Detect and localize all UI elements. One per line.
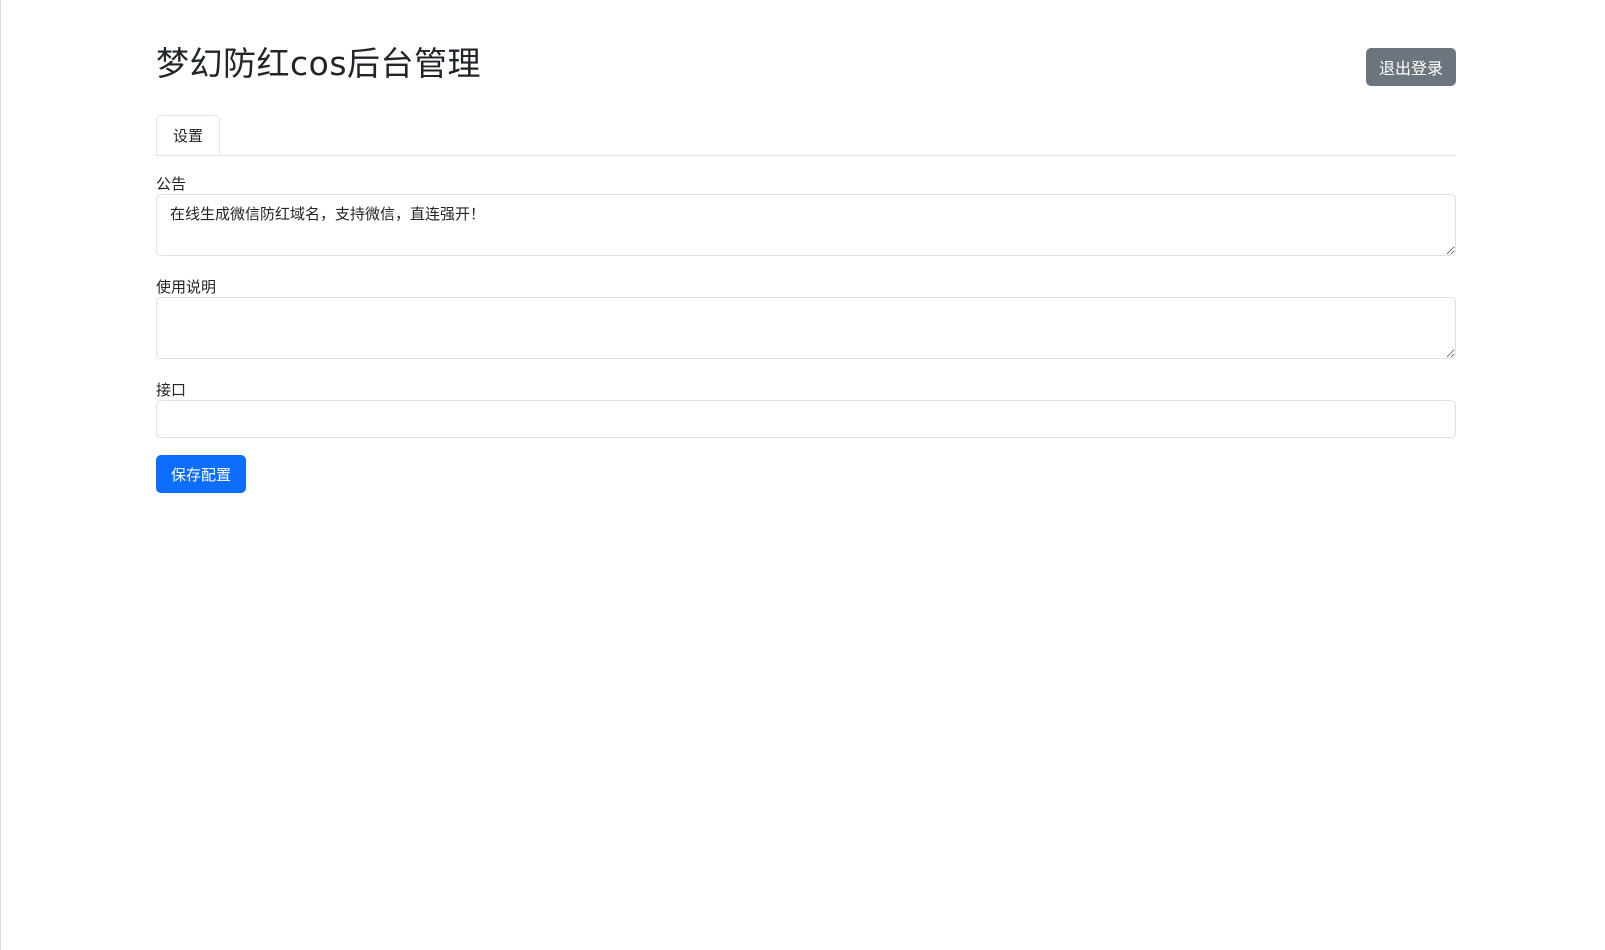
page-header: 梦幻防红cos后台管理 退出登录 xyxy=(156,0,1456,115)
main-container: 梦幻防红cos后台管理 退出登录 设置 公告 在线生成微信防红域名，支持微信，直… xyxy=(156,0,1456,493)
tab-settings[interactable]: 设置 xyxy=(156,115,221,155)
notice-textarea[interactable]: 在线生成微信防红域名，支持微信，直连强开！ xyxy=(156,194,1456,256)
page-title: 梦幻防红cos后台管理 xyxy=(156,44,482,83)
instructions-label: 使用说明 xyxy=(156,278,217,296)
notice-group: 公告 在线生成微信防红域名，支持微信，直连强开！ xyxy=(156,174,1456,256)
api-group: 接口 xyxy=(156,380,1456,438)
instructions-textarea[interactable] xyxy=(156,297,1456,359)
api-input[interactable] xyxy=(156,400,1456,438)
api-label: 接口 xyxy=(156,381,187,399)
notice-label: 公告 xyxy=(156,175,187,193)
admin-page: 梦幻防红cos后台管理 退出登录 设置 公告 在线生成微信防红域名，支持微信，直… xyxy=(0,0,1605,950)
tab-bar: 设置 xyxy=(156,115,1456,156)
save-config-button[interactable]: 保存配置 xyxy=(156,455,246,493)
instructions-group: 使用说明 xyxy=(156,277,1456,359)
logout-button[interactable]: 退出登录 xyxy=(1366,48,1456,86)
